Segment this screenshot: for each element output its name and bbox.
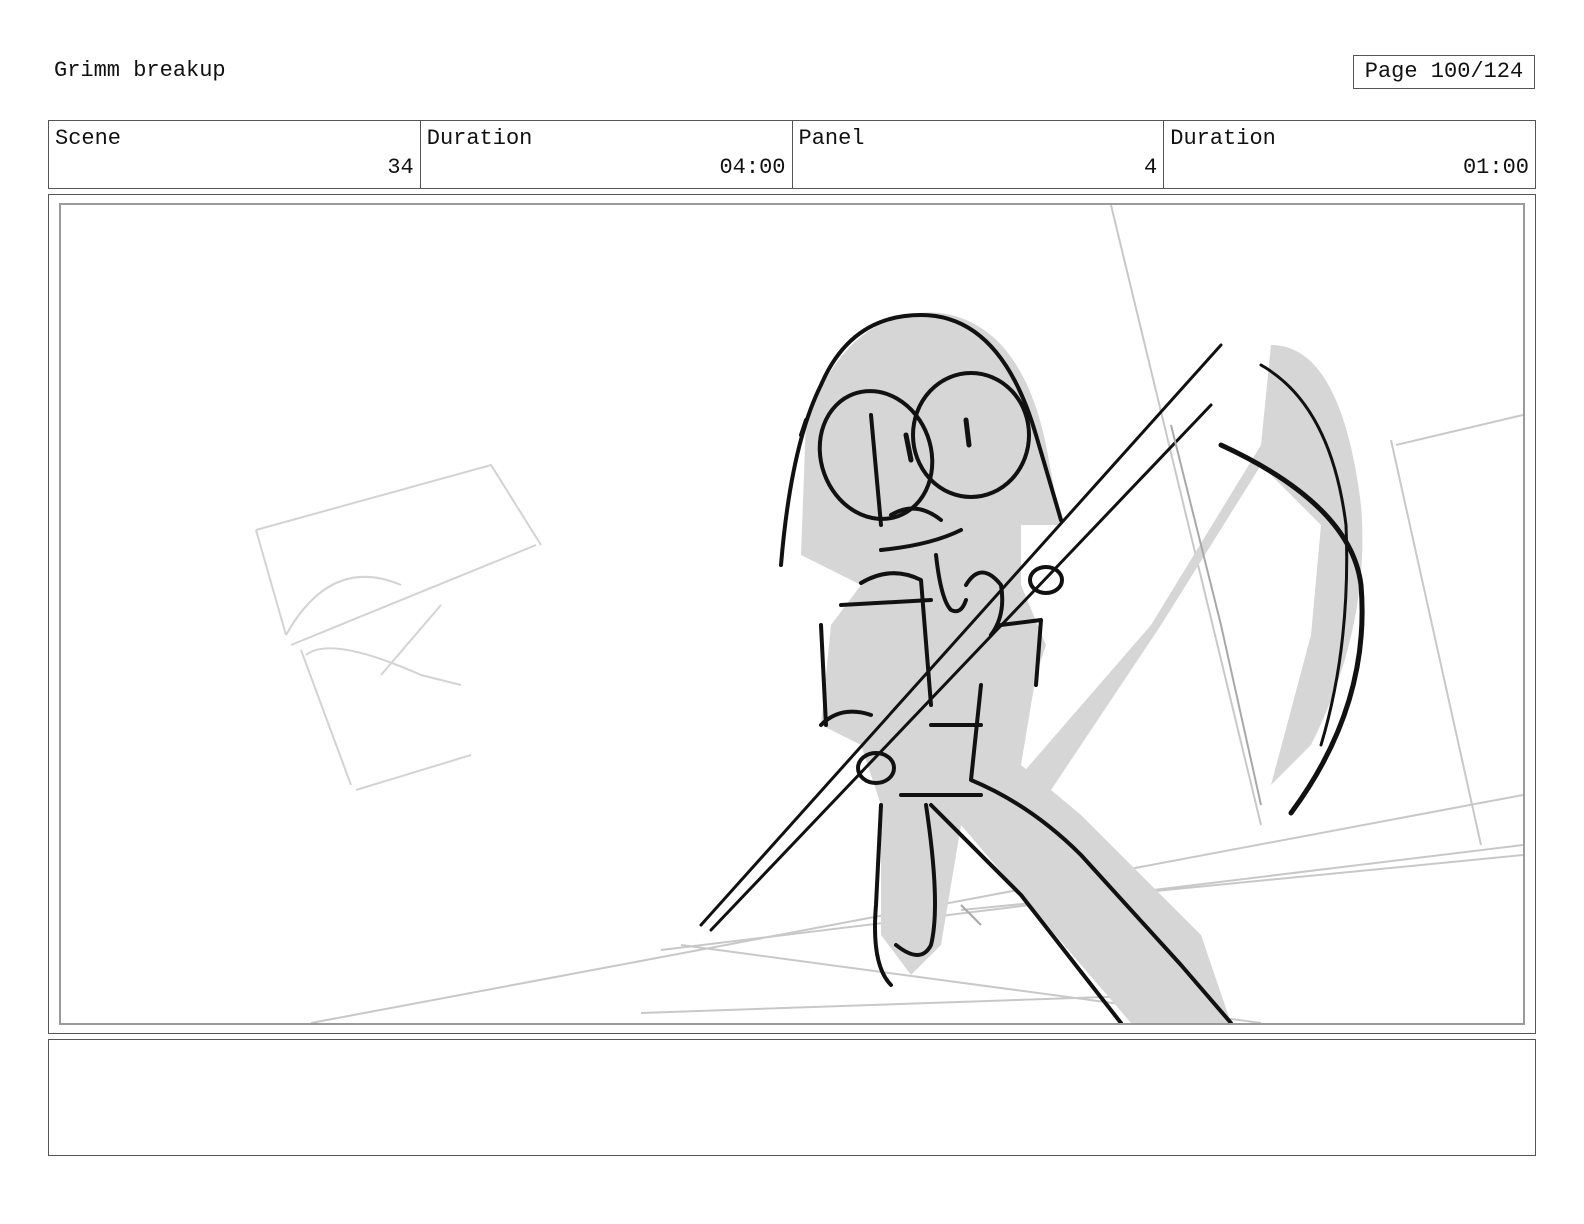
scene-duration-cell: Duration 04:00: [421, 121, 793, 188]
scene-duration-value: 04:00: [719, 155, 786, 180]
panel-duration-cell: Duration 01:00: [1164, 121, 1535, 188]
panel-image: [59, 203, 1525, 1025]
scene-cell: Scene 34: [49, 121, 421, 188]
wall-picture: [255, 463, 542, 791]
notes-box: [48, 1039, 1536, 1156]
page-number: Page 100/124: [1353, 55, 1535, 89]
scene-label: Scene: [55, 126, 122, 151]
character-shading: [801, 312, 1363, 1023]
panel-value: 4: [1144, 155, 1158, 180]
panel-duration-label: Duration: [1170, 126, 1276, 151]
info-row: Scene 34 Duration 04:00 Panel 4 Duration…: [48, 120, 1536, 189]
storyboard-sketch: [255, 205, 1523, 1023]
panel-label: Panel: [798, 126, 865, 151]
document-title: Grimm breakup: [54, 58, 226, 83]
panel-frame: [48, 194, 1536, 1034]
panel-duration-value: 01:00: [1462, 155, 1529, 180]
scene-value: 34: [387, 155, 414, 180]
scene-duration-label: Duration: [426, 126, 533, 151]
panel-cell: Panel 4: [793, 121, 1165, 188]
